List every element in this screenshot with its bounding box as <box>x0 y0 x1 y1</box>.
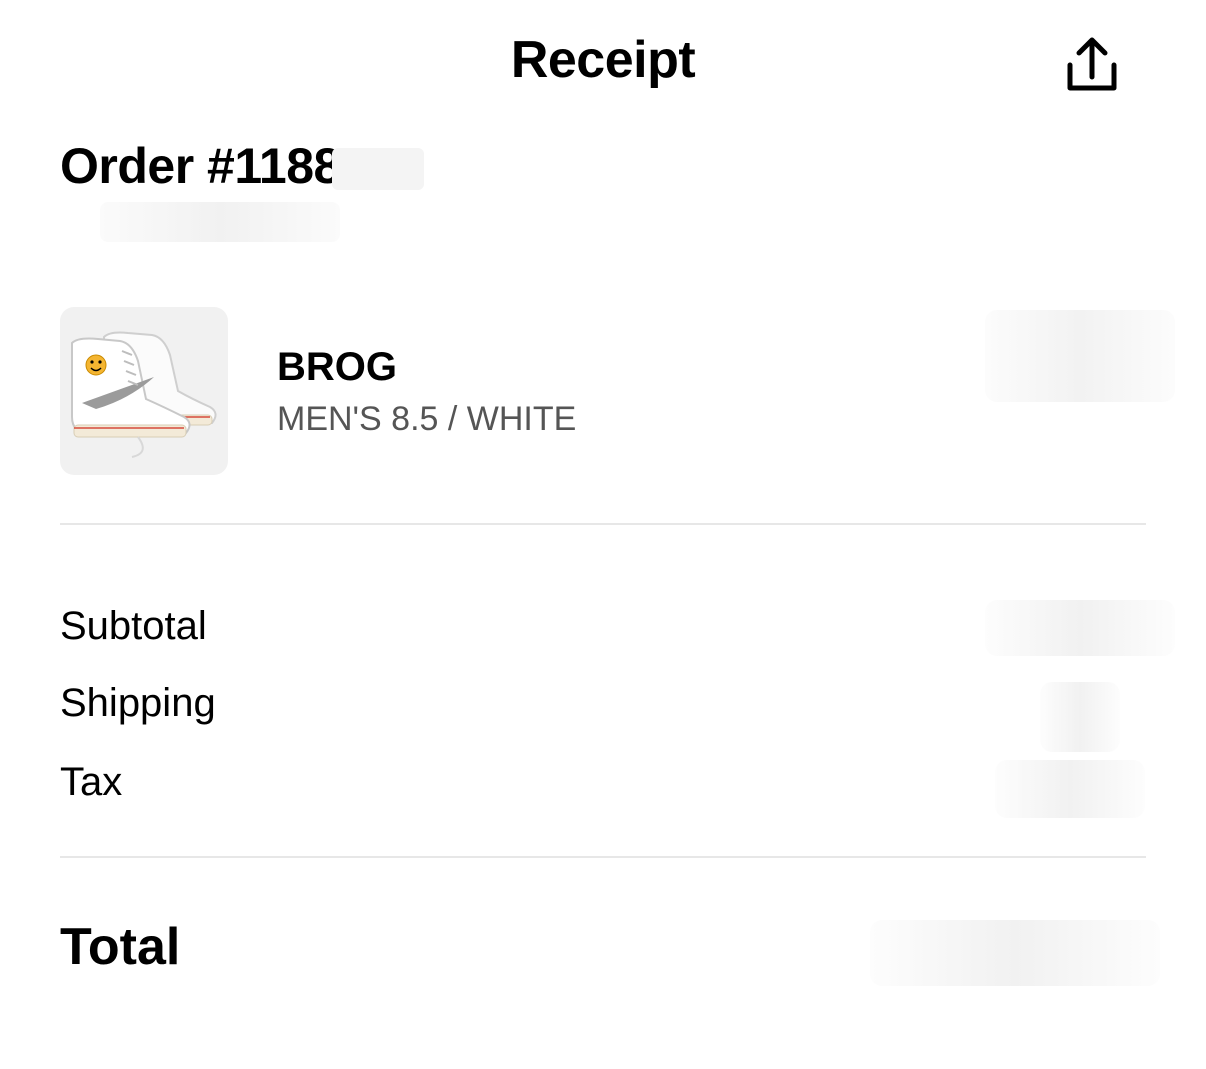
order-date-redaction <box>100 202 340 242</box>
share-upload-icon <box>1067 37 1117 91</box>
subtotal-label: Subtotal <box>60 604 207 648</box>
item-variant: MEN'S 8.5 / WHITE <box>277 400 577 438</box>
order-number: Order #1188 <box>60 138 341 194</box>
page-title: Receipt <box>510 31 696 89</box>
shipping-label: Shipping <box>60 681 216 725</box>
tax-label: Tax <box>60 760 123 804</box>
order-number-redaction <box>332 148 424 190</box>
item-price-redaction <box>985 310 1175 402</box>
total-value-redaction <box>870 920 1160 986</box>
product-thumbnail <box>60 307 228 475</box>
divider <box>60 523 1146 525</box>
sneaker-product-image <box>71 331 217 458</box>
divider <box>60 856 1146 858</box>
tax-value-redaction <box>995 760 1145 818</box>
total-label: Total <box>60 918 181 976</box>
shipping-value-redaction <box>1040 682 1120 752</box>
share-button[interactable] <box>1058 34 1126 94</box>
item-name: BROG <box>277 345 397 389</box>
subtotal-value-redaction <box>985 600 1175 656</box>
